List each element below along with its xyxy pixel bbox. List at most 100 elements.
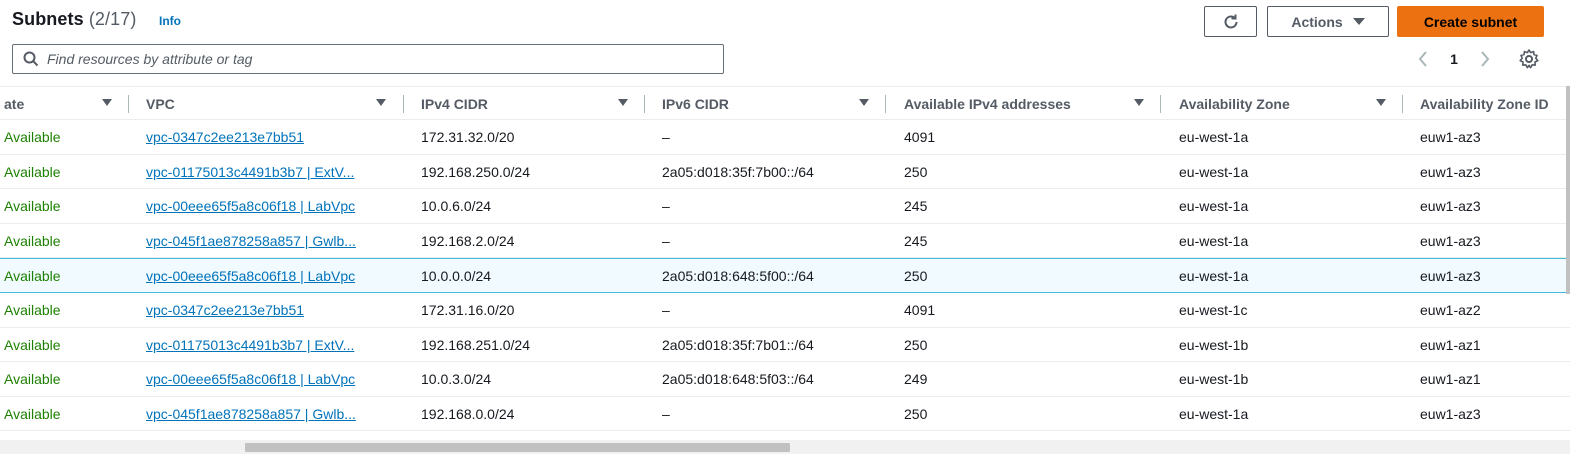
sort-icon[interactable] bbox=[859, 99, 869, 106]
cell-vpc: vpc-045f1ae878258a857 | Gwlb... bbox=[146, 397, 391, 431]
page-number[interactable]: 1 bbox=[1432, 51, 1476, 67]
create-subnet-button[interactable]: Create subnet bbox=[1397, 6, 1544, 37]
create-subnet-label: Create subnet bbox=[1423, 13, 1518, 30]
cell-vpc: vpc-00eee65f5a8c06f18 | LabVpc bbox=[146, 362, 391, 396]
column-header-available-ipv4[interactable]: Available IPv4 addresses bbox=[904, 87, 1132, 120]
vpc-link[interactable]: vpc-045f1ae878258a857 | Gwlb... bbox=[146, 233, 356, 249]
cell-available-ipv4: 250 bbox=[904, 336, 928, 353]
vpc-link[interactable]: vpc-0347c2ee213e7bb51 bbox=[146, 129, 304, 145]
sort-icon[interactable] bbox=[102, 99, 112, 106]
horizontal-scrollbar-thumb[interactable] bbox=[245, 443, 790, 452]
cell-ipv4-cidr: 192.168.251.0/24 bbox=[421, 336, 530, 353]
vpc-link[interactable]: vpc-00eee65f5a8c06f18 | LabVpc bbox=[146, 371, 355, 387]
cell-availability-zone: eu-west-1c bbox=[1179, 301, 1248, 318]
cell-state: Available bbox=[4, 129, 61, 145]
column-divider[interactable] bbox=[885, 95, 886, 113]
page-header: Subnets (2/17) Info Actions Create subne… bbox=[0, 0, 1570, 86]
table-row[interactable]: Available vpc-00eee65f5a8c06f18 | LabVpc 1… bbox=[0, 258, 1570, 293]
cell-available-ipv4: 249 bbox=[904, 371, 928, 388]
cell-vpc: vpc-0347c2ee213e7bb51 bbox=[146, 293, 391, 327]
cell-ipv6-cidr: – bbox=[662, 405, 670, 422]
column-divider[interactable] bbox=[1402, 95, 1403, 113]
cell-availability-zone-id: euw1-az3 bbox=[1420, 268, 1481, 285]
info-link[interactable]: Info bbox=[159, 14, 181, 28]
actions-button[interactable]: Actions bbox=[1267, 6, 1389, 37]
cell-ipv6-cidr: – bbox=[662, 129, 670, 145]
cell-availability-zone: eu-west-1b bbox=[1179, 371, 1249, 388]
cell-available-ipv4: 250 bbox=[904, 405, 928, 422]
vpc-link[interactable]: vpc-01175013c4491b3b7 | ExtV... bbox=[146, 337, 354, 353]
cell-state: Available bbox=[4, 405, 61, 422]
gear-icon[interactable] bbox=[1518, 48, 1540, 70]
previous-page-button[interactable] bbox=[1414, 49, 1432, 69]
horizontal-scrollbar[interactable] bbox=[0, 440, 1570, 454]
cell-vpc: vpc-0347c2ee213e7bb51 bbox=[146, 120, 391, 154]
search-icon bbox=[23, 51, 39, 67]
column-header-ipv4-cidr[interactable]: IPv4 CIDR bbox=[421, 87, 621, 120]
vpc-link[interactable]: vpc-00eee65f5a8c06f18 | LabVpc bbox=[146, 268, 355, 284]
cell-state: Available bbox=[4, 301, 61, 318]
cell-availability-zone-id: euw1-az3 bbox=[1420, 129, 1481, 145]
table-row[interactable]: Available vpc-01175013c4491b3b7 | ExtV...… bbox=[0, 155, 1570, 190]
column-divider[interactable] bbox=[644, 95, 645, 113]
column-label: IPv4 CIDR bbox=[421, 95, 488, 112]
search-box[interactable] bbox=[12, 44, 724, 74]
chevron-left-icon bbox=[1418, 51, 1427, 67]
table-body: Available vpc-0347c2ee213e7bb51 172.31.32.… bbox=[0, 120, 1570, 432]
vpc-link[interactable]: vpc-0347c2ee213e7bb51 bbox=[146, 302, 304, 318]
table-row[interactable]: Available vpc-00eee65f5a8c06f18 | LabVpc 1… bbox=[0, 189, 1570, 224]
table-row[interactable]: Available vpc-0347c2ee213e7bb51 172.31.16.… bbox=[0, 293, 1570, 328]
vpc-link[interactable]: vpc-01175013c4491b3b7 | ExtV... bbox=[146, 164, 354, 180]
cell-ipv6-cidr: 2a05:d018:648:5f00::/64 bbox=[662, 268, 814, 285]
cell-state: Available bbox=[4, 336, 61, 353]
table-row[interactable]: Available vpc-01175013c4491b3b7 | ExtV...… bbox=[0, 328, 1570, 363]
sort-icon[interactable] bbox=[618, 99, 628, 106]
cell-availability-zone: eu-west-1a bbox=[1179, 268, 1249, 285]
column-divider[interactable] bbox=[403, 95, 404, 113]
cell-ipv6-cidr: – bbox=[662, 198, 670, 215]
cell-ipv4-cidr: 192.168.2.0/24 bbox=[421, 232, 515, 249]
column-header-availability-zone-id[interactable]: Availability Zone ID bbox=[1420, 87, 1566, 120]
search-input[interactable] bbox=[47, 45, 717, 73]
refresh-button[interactable] bbox=[1204, 6, 1257, 37]
table-row[interactable]: Available vpc-045f1ae878258a857 | Gwlb...… bbox=[0, 397, 1570, 432]
cell-vpc: vpc-01175013c4491b3b7 | ExtV... bbox=[146, 328, 391, 362]
cell-availability-zone-id: euw1-az1 bbox=[1420, 371, 1481, 388]
next-page-button[interactable] bbox=[1476, 49, 1494, 69]
column-divider[interactable] bbox=[1160, 95, 1161, 113]
vertical-scrollbar-thumb[interactable] bbox=[1566, 86, 1570, 294]
column-header-ipv6-cidr[interactable]: IPv6 CIDR bbox=[662, 87, 862, 120]
cell-vpc: vpc-01175013c4491b3b7 | ExtV... bbox=[146, 155, 391, 189]
cell-availability-zone: eu-west-1b bbox=[1179, 336, 1249, 353]
column-label: Available IPv4 addresses bbox=[904, 95, 1071, 112]
cell-ipv6-cidr: – bbox=[662, 301, 670, 318]
cell-ipv4-cidr: 172.31.16.0/20 bbox=[421, 301, 515, 318]
cell-state: Available bbox=[4, 268, 61, 285]
cell-available-ipv4: 4091 bbox=[904, 129, 936, 145]
cell-availability-zone-id: euw1-az3 bbox=[1420, 198, 1481, 215]
cell-availability-zone-id: euw1-az3 bbox=[1420, 163, 1481, 180]
cell-vpc: vpc-045f1ae878258a857 | Gwlb... bbox=[146, 224, 391, 258]
table-row[interactable]: Available vpc-045f1ae878258a857 | Gwlb...… bbox=[0, 224, 1570, 259]
cell-available-ipv4: 250 bbox=[904, 163, 928, 180]
cell-ipv6-cidr: – bbox=[662, 232, 670, 249]
cell-state: Available bbox=[4, 198, 61, 215]
table-row[interactable]: Available vpc-0347c2ee213e7bb51 172.31.32.… bbox=[0, 120, 1570, 155]
sort-icon[interactable] bbox=[376, 99, 386, 106]
cell-availability-zone: eu-west-1a bbox=[1179, 198, 1249, 215]
sort-icon[interactable] bbox=[1134, 99, 1144, 106]
subnets-table: ate VPC IPv4 CIDR IPv6 CIDR Available IP… bbox=[0, 86, 1570, 432]
cell-ipv4-cidr: 10.0.3.0/24 bbox=[421, 371, 492, 388]
column-header-availability-zone[interactable]: Availability Zone bbox=[1179, 87, 1379, 120]
vpc-link[interactable]: vpc-00eee65f5a8c06f18 | LabVpc bbox=[146, 198, 355, 214]
cell-ipv4-cidr: 10.0.0.0/24 bbox=[421, 268, 492, 285]
table-header: ate VPC IPv4 CIDR IPv6 CIDR Available IP… bbox=[0, 86, 1570, 120]
cell-vpc: vpc-00eee65f5a8c06f18 | LabVpc bbox=[146, 189, 391, 223]
column-header-vpc[interactable]: VPC bbox=[146, 87, 376, 120]
cell-ipv6-cidr: 2a05:d018:648:5f03::/64 bbox=[662, 371, 814, 388]
column-divider[interactable] bbox=[128, 95, 129, 113]
sort-icon[interactable] bbox=[1376, 99, 1386, 106]
vpc-link[interactable]: vpc-045f1ae878258a857 | Gwlb... bbox=[146, 406, 356, 422]
column-label: Availability Zone bbox=[1179, 95, 1290, 112]
table-row[interactable]: Available vpc-00eee65f5a8c06f18 | LabVpc 1… bbox=[0, 362, 1570, 397]
